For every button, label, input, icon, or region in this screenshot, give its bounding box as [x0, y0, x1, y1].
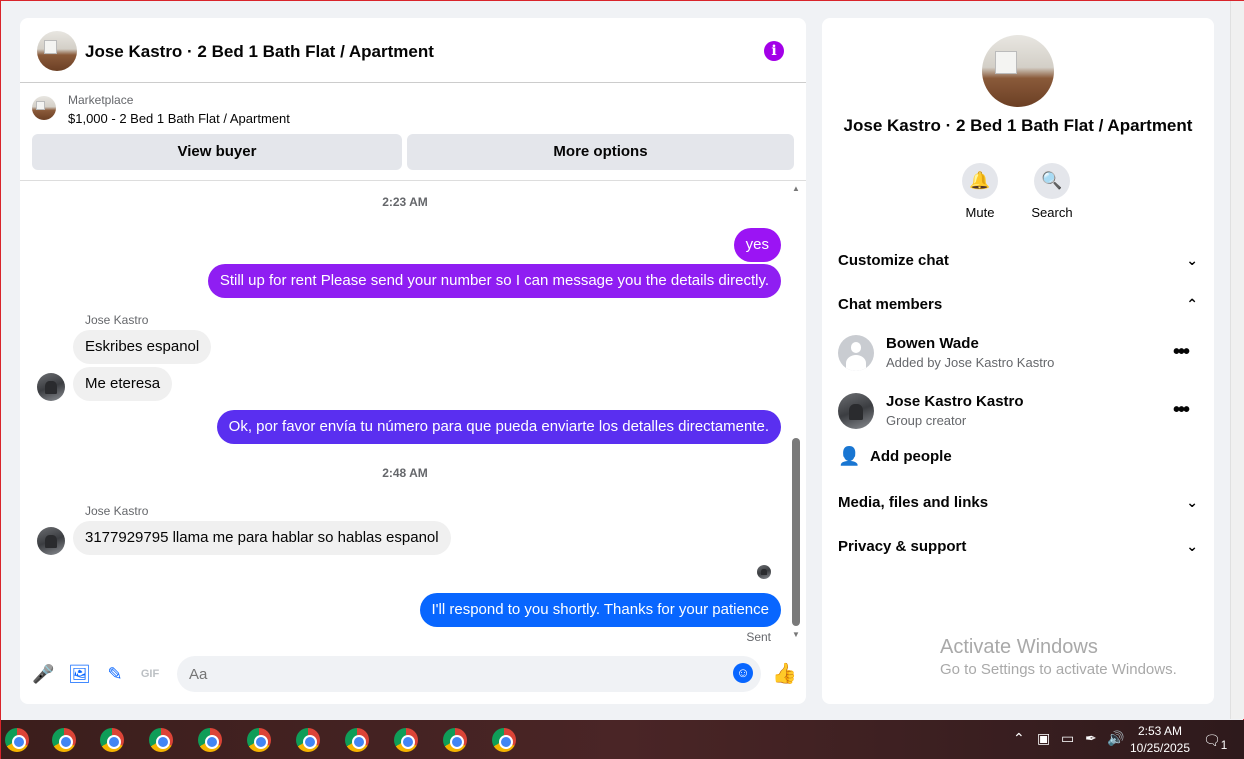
- divider: [20, 180, 806, 181]
- view-buyer-button[interactable]: View buyer: [32, 134, 402, 170]
- chrome-icon[interactable]: [100, 728, 124, 752]
- chrome-icon[interactable]: [394, 728, 418, 752]
- chrome-icon[interactable]: [345, 728, 369, 752]
- chrome-icon[interactable]: [198, 728, 222, 752]
- member-subtitle: Group creator: [886, 413, 967, 428]
- image-icon[interactable]: 🖼: [68, 664, 91, 684]
- mute-label: Mute: [965, 205, 995, 220]
- clock[interactable]: 2:53 AM 10/25/2025: [1129, 723, 1191, 757]
- pen-icon[interactable]: ✒: [1085, 730, 1097, 747]
- more-icon[interactable]: •••: [1173, 399, 1190, 422]
- volume-icon[interactable]: 🔊: [1107, 730, 1124, 747]
- chrome-icon[interactable]: [443, 728, 467, 752]
- chrome-icon[interactable]: [247, 728, 271, 752]
- notification-count: 1: [1220, 738, 1228, 752]
- notification-icon[interactable]: 🗨1: [1203, 732, 1227, 752]
- customize-chat-label: Customize chat: [838, 252, 949, 269]
- microphone-icon[interactable]: 🎤: [32, 664, 54, 684]
- scroll-up-arrow-icon[interactable]: ▲: [792, 184, 800, 193]
- search-icon[interactable]: 🔍: [1034, 163, 1070, 199]
- privacy-support-row[interactable]: Privacy & support ⌄: [838, 538, 1198, 555]
- member-name: Jose Kastro Kastro: [886, 393, 1024, 410]
- member-row[interactable]: Jose Kastro Kastro Group creator •••: [838, 393, 1198, 433]
- details-panel: Jose Kastro · 2 Bed 1 Bath Flat / Apartm…: [822, 18, 1214, 704]
- message-in[interactable]: Me eteresa: [73, 367, 173, 401]
- emoji-icon[interactable]: ☺: [733, 663, 753, 683]
- sender-name: Jose Kastro: [85, 313, 149, 327]
- message-out[interactable]: Ok, por favor envía tu número para que p…: [216, 410, 781, 444]
- meet-now-icon[interactable]: ▣: [1037, 730, 1050, 747]
- scroll-thumb[interactable]: [792, 438, 800, 626]
- message-input[interactable]: [177, 656, 697, 692]
- clock-date: 10/25/2025: [1129, 741, 1191, 755]
- message-out[interactable]: Still up for rent Please send your numbe…: [207, 264, 781, 298]
- member-row[interactable]: Bowen Wade Added by Jose Kastro Kastro •…: [838, 335, 1198, 375]
- chevron-down-icon: ⌄: [1186, 538, 1198, 554]
- taskbar: ⌃ ▣ ▭ ✒ 🔊 2:53 AM 10/25/2025 🗨1: [1, 720, 1244, 759]
- member-subtitle: Added by Jose Kastro Kastro: [886, 355, 1055, 370]
- info-icon[interactable]: i: [764, 41, 784, 61]
- network-icon[interactable]: ▭: [1061, 730, 1074, 747]
- media-label: Media, files and links: [838, 494, 989, 511]
- chrome-icon[interactable]: [149, 728, 173, 752]
- message-in[interactable]: Eskribes espanol: [73, 330, 212, 364]
- bell-icon[interactable]: 🔔: [962, 163, 998, 199]
- message-input-box[interactable]: ☺: [177, 656, 761, 692]
- seen-indicator-avatar: [757, 565, 771, 579]
- gif-icon[interactable]: GIF: [140, 664, 160, 684]
- chevron-up-icon: ⌃: [1186, 296, 1198, 312]
- chat-title: Jose Kastro · 2 Bed 1 Bath Flat / Apartm…: [85, 42, 434, 61]
- sticker-icon[interactable]: ✎: [105, 664, 125, 684]
- privacy-label: Privacy & support: [838, 538, 967, 555]
- customize-chat-row[interactable]: Customize chat ⌄: [838, 252, 1198, 269]
- message-scrollbar[interactable]: ▲ ▼: [790, 184, 804, 644]
- listing-title: $1,000 - 2 Bed 1 Bath Flat / Apartment: [68, 111, 290, 126]
- activate-windows-subtitle: Go to Settings to activate Windows.: [940, 661, 1177, 678]
- chat-header: Jose Kastro · 2 Bed 1 Bath Flat / Apartm…: [20, 18, 806, 83]
- search-label: Search: [1031, 205, 1073, 220]
- marketplace-label: Marketplace: [68, 93, 134, 107]
- conversation-title: Jose Kastro · 2 Bed 1 Bath Flat / Apartm…: [843, 116, 1193, 135]
- chevron-down-icon: ⌄: [1186, 494, 1198, 510]
- chat-members-label: Chat members: [838, 296, 943, 313]
- chrome-icon[interactable]: [492, 728, 516, 752]
- activate-windows-title: Activate Windows: [940, 636, 1098, 658]
- chrome-icon[interactable]: [296, 728, 320, 752]
- timestamp: 2:23 AM: [382, 195, 428, 209]
- more-options-button[interactable]: More options: [407, 134, 794, 170]
- sender-avatar[interactable]: [37, 373, 65, 401]
- chrome-icon[interactable]: [52, 728, 76, 752]
- timestamp: 2:48 AM: [382, 466, 428, 480]
- add-people-label: Add people: [870, 448, 952, 465]
- thumbs-up-icon[interactable]: 👍: [772, 664, 797, 684]
- more-icon[interactable]: •••: [1173, 341, 1190, 364]
- message-out[interactable]: yes: [733, 228, 781, 262]
- chat-avatar[interactable]: [37, 31, 77, 71]
- chevron-down-icon: ⌄: [1186, 252, 1198, 268]
- add-person-icon: 👤: [838, 446, 861, 466]
- chat-panel: Jose Kastro · 2 Bed 1 Bath Flat / Apartm…: [20, 18, 806, 704]
- sender-name: Jose Kastro: [85, 504, 149, 518]
- message-in[interactable]: 3177929795 llama me para hablar so habla…: [73, 521, 451, 555]
- clock-time: 2:53 AM: [1137, 724, 1183, 738]
- listing-thumbnail: [32, 96, 56, 120]
- chevron-up-icon[interactable]: ⌃: [1013, 730, 1025, 747]
- message-status: Sent: [746, 630, 771, 644]
- page-scrollbar[interactable]: [1230, 1, 1244, 719]
- avatar: [838, 393, 874, 429]
- scroll-down-arrow-icon[interactable]: ▼: [792, 630, 800, 639]
- chrome-icon[interactable]: [5, 728, 29, 752]
- member-name: Bowen Wade: [886, 335, 979, 352]
- sender-avatar[interactable]: [37, 527, 65, 555]
- message-out[interactable]: I'll respond to you shortly. Thanks for …: [419, 593, 781, 627]
- composer: 🎤 🖼 ✎ GIF ☺ 👍: [20, 654, 806, 694]
- avatar: [838, 335, 874, 371]
- conversation-avatar[interactable]: [982, 35, 1054, 107]
- media-files-links-row[interactable]: Media, files and links ⌄: [838, 494, 1198, 511]
- chat-members-row[interactable]: Chat members ⌃: [838, 296, 1198, 313]
